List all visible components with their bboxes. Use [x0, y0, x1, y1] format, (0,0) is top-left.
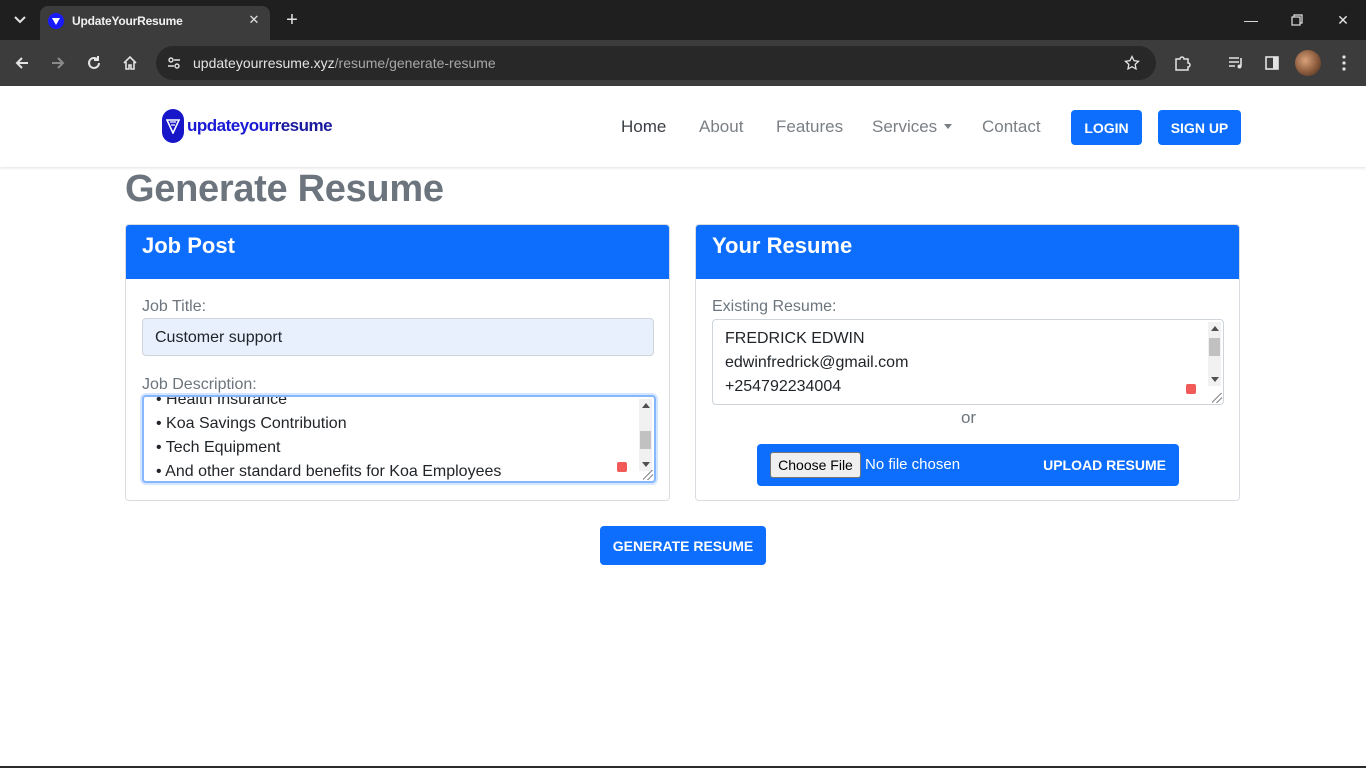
existing-resume-scrollbar[interactable]	[1208, 322, 1221, 386]
resume-line: +254792234004	[725, 378, 842, 395]
nav-link-services-label: Services	[872, 117, 938, 136]
job-description-line: • And other standard benefits for Koa Em…	[156, 463, 502, 480]
generate-resume-button[interactable]: GENERATE RESUME	[600, 526, 766, 565]
home-icon[interactable]	[116, 49, 144, 77]
address-bar[interactable]: updateyourresume.xyz/resume/generate-res…	[156, 46, 1156, 80]
job-description-scrollbar[interactable]	[639, 399, 652, 471]
resize-handle-icon[interactable]	[1212, 393, 1222, 403]
profile-avatar[interactable]	[1295, 50, 1321, 76]
nav-link-about[interactable]: About	[699, 117, 743, 137]
scroll-thumb[interactable]	[1209, 338, 1220, 356]
media-controls-icon[interactable]	[1222, 49, 1250, 77]
browser-menu-kebab-icon[interactable]	[1330, 49, 1358, 77]
grammar-extension-icon[interactable]	[1186, 384, 1196, 394]
scroll-down-arrow-icon[interactable]	[642, 462, 650, 467]
your-resume-card: Your Resume Existing Resume: FREDRICK ED…	[695, 224, 1240, 501]
bookmark-star-icon[interactable]	[1120, 51, 1144, 75]
grammar-extension-icon[interactable]	[617, 462, 627, 472]
url-path: /resume/generate-resume	[334, 55, 496, 71]
job-post-card: Job Post Job Title: Customer support Job…	[125, 224, 670, 501]
job-post-header: Job Post	[126, 225, 669, 279]
job-description-line: • Tech Equipment	[156, 439, 281, 456]
existing-resume-textarea[interactable]: FREDRICK EDWIN edwinfredrick@gmail.com +…	[712, 319, 1224, 405]
tab-search-chevron-icon[interactable]	[8, 8, 32, 32]
signup-button[interactable]: SIGN UP	[1158, 110, 1241, 145]
dropdown-caret-icon	[944, 124, 953, 129]
job-description-line: • Koa Savings Contribution	[156, 415, 347, 432]
url-domain: updateyourresume.xyz	[193, 55, 335, 71]
site-info-icon[interactable]	[162, 51, 186, 75]
restore-window-icon[interactable]	[1283, 6, 1311, 34]
scroll-up-arrow-icon[interactable]	[1211, 326, 1219, 331]
browser-tab[interactable]: UpdateYourResume ✕	[40, 6, 270, 40]
or-separator: or	[960, 408, 977, 427]
scroll-up-arrow-icon[interactable]	[642, 403, 650, 408]
upload-resume-bar: Choose File No file chosen UPLOAD RESUME	[757, 444, 1179, 486]
resize-handle-icon[interactable]	[643, 470, 653, 480]
nav-link-contact[interactable]: Contact	[982, 117, 1041, 137]
brand-name: updateyourresume	[187, 116, 333, 136]
job-description-label: Job Description:	[142, 376, 257, 393]
tab-title: UpdateYourResume	[72, 14, 183, 28]
job-description-line: • Health Insurance	[156, 395, 288, 408]
login-button[interactable]: LOGIN	[1071, 110, 1142, 145]
job-description-textarea[interactable]: • Health Insurance • Koa Savings Contrib…	[142, 395, 656, 483]
resume-line: edwinfredrick@gmail.com	[725, 354, 909, 371]
scroll-down-arrow-icon[interactable]	[1211, 377, 1219, 382]
new-tab-plus-icon[interactable]: +	[280, 8, 304, 32]
page-title: Generate Resume	[125, 168, 444, 210]
nav-link-features[interactable]: Features	[776, 117, 843, 137]
brand-name-part: your	[239, 116, 275, 135]
forward-arrow-icon[interactable]	[44, 49, 72, 77]
brand-shield-icon	[162, 109, 184, 143]
site-favicon-icon	[48, 13, 64, 29]
side-panel-icon[interactable]	[1258, 49, 1286, 77]
back-arrow-icon[interactable]	[8, 49, 36, 77]
nav-link-services[interactable]: Services	[872, 117, 953, 137]
no-file-chosen-text: No file chosen	[865, 456, 961, 473]
tab-close-icon[interactable]: ✕	[244, 10, 264, 30]
reload-icon[interactable]	[80, 49, 108, 77]
existing-resume-label: Existing Resume:	[712, 298, 837, 315]
choose-file-button[interactable]: Choose File	[770, 452, 861, 478]
scroll-thumb[interactable]	[640, 431, 651, 449]
resume-line: FREDRICK EDWIN	[725, 330, 865, 347]
nav-link-home[interactable]: Home	[621, 117, 666, 137]
browser-toolbar: updateyourresume.xyz/resume/generate-res…	[0, 40, 1366, 86]
extensions-puzzle-icon[interactable]	[1168, 49, 1196, 77]
job-title-input[interactable]: Customer support	[142, 318, 654, 356]
brand-name-part: update	[187, 116, 240, 135]
browser-tab-strip: UpdateYourResume ✕ + — ✕	[0, 0, 1366, 40]
upload-resume-button[interactable]: UPLOAD RESUME	[1043, 457, 1166, 473]
brand-logo[interactable]: updateyourresume	[162, 109, 333, 143]
brand-name-part: resume	[274, 116, 333, 135]
minimize-icon[interactable]: —	[1237, 6, 1265, 34]
job-title-label: Job Title:	[142, 298, 207, 315]
site-navbar: updateyourresume Home About Features Ser…	[0, 86, 1366, 167]
your-resume-header: Your Resume	[696, 225, 1239, 279]
close-window-icon[interactable]: ✕	[1329, 6, 1357, 34]
url-text: updateyourresume.xyz/resume/generate-res…	[193, 55, 496, 71]
